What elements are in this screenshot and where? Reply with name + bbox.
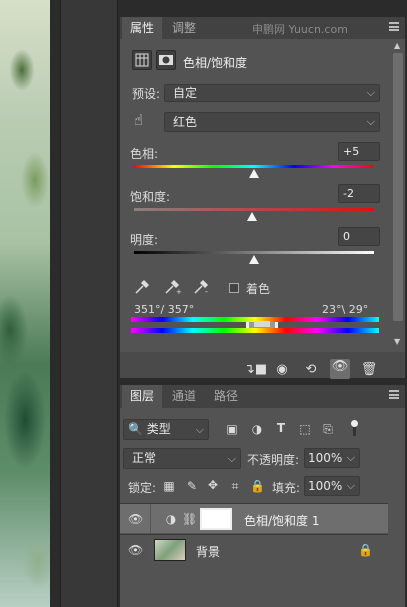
crop-icon[interactable]: ⌗ bbox=[228, 479, 242, 494]
saturation-slider-thumb[interactable] bbox=[246, 212, 257, 221]
chevron-down-icon: ⌵ bbox=[366, 115, 375, 128]
lightness-slider-thumb[interactable] bbox=[249, 255, 259, 264]
fill-label: 填充: bbox=[272, 481, 301, 495]
hue-input[interactable]: +5 bbox=[338, 142, 380, 161]
filter-select[interactable]: 🔍 类型 ⌵ bbox=[123, 419, 209, 440]
opacity-input[interactable]: 100% ⌵ bbox=[304, 448, 360, 468]
trash-icon[interactable]: 🗑 bbox=[360, 362, 378, 377]
opacity-value: 100% bbox=[308, 451, 343, 465]
transform-icon[interactable]: ⬚ bbox=[298, 422, 312, 436]
layer-thumbnail[interactable] bbox=[154, 539, 186, 561]
reset-icon[interactable]: ⟲ bbox=[302, 362, 320, 377]
fill-value: 100% bbox=[308, 479, 343, 493]
colorize-label: 着色 bbox=[246, 282, 271, 296]
lock-icon[interactable]: 🔒 bbox=[250, 479, 265, 493]
tab-layers[interactable]: 图层 bbox=[122, 385, 163, 408]
color-range-inner[interactable] bbox=[254, 321, 270, 327]
tab-paths[interactable]: 路径 bbox=[206, 385, 246, 407]
eye-icon[interactable]: 👁 bbox=[330, 359, 350, 379]
properties-panel: 属性 调整 申鹏网 Yuucn.com 色相/饱和度 预设: 自定 ⌵ ☝ 红色… bbox=[120, 17, 405, 379]
saturation-slider-track[interactable] bbox=[134, 208, 374, 211]
chevron-down-icon: ⌵ bbox=[366, 86, 375, 99]
scroll-up-icon[interactable]: ▲ bbox=[394, 42, 402, 50]
canvas-gap bbox=[50, 0, 60, 607]
blend-mode-value: 正常 bbox=[132, 451, 157, 465]
tab-properties[interactable]: 属性 bbox=[122, 17, 163, 39]
chevron-down-icon: ⌵ bbox=[227, 452, 236, 465]
text-icon[interactable]: T bbox=[274, 421, 288, 435]
saturation-label: 饱和度: bbox=[130, 190, 171, 204]
layer-row[interactable]: 👁 背景 🔒 bbox=[120, 534, 388, 565]
eye-icon[interactable]: 👁 bbox=[128, 512, 143, 526]
lightness-input[interactable]: 0 bbox=[338, 227, 380, 246]
channel-value: 红色 bbox=[173, 115, 198, 129]
properties-title: 色相/饱和度 bbox=[183, 56, 248, 70]
search-icon: 🔍 bbox=[128, 422, 143, 436]
hue-label: 色相: bbox=[130, 147, 159, 161]
svg-text:+: + bbox=[176, 288, 182, 295]
lock-icon: 🔒 bbox=[358, 543, 373, 557]
mask-icon[interactable] bbox=[156, 50, 176, 70]
fill-input[interactable]: 100% ⌵ bbox=[304, 476, 360, 496]
tab-adjustments[interactable]: 调整 bbox=[164, 17, 204, 39]
watermark: 申鹏网 Yuucn.com bbox=[252, 23, 348, 36]
layer-name[interactable]: 色相/饱和度 1 bbox=[244, 512, 320, 529]
panel-dock-column bbox=[60, 0, 118, 607]
preset-label: 预设: bbox=[132, 87, 161, 101]
range-left-readout: 351°/ 357° bbox=[134, 303, 195, 316]
filter-toggle[interactable] bbox=[350, 420, 358, 437]
eyedropper-minus-icon[interactable]: - bbox=[193, 279, 211, 298]
move-icon[interactable]: ✥ bbox=[206, 478, 220, 492]
clip-icon[interactable]: ↴■ bbox=[244, 362, 267, 377]
menu-icon[interactable] bbox=[389, 390, 399, 399]
scroll-down-icon[interactable]: ▼ bbox=[394, 338, 402, 346]
canvas-photo[interactable] bbox=[0, 0, 50, 607]
image-icon[interactable]: ▣ bbox=[225, 422, 239, 436]
layer-name[interactable]: 背景 bbox=[196, 543, 220, 560]
circle-half-icon[interactable]: ◑ bbox=[250, 422, 264, 436]
lightness-slider-track[interactable] bbox=[134, 251, 374, 254]
layers-panel: 图层 通道 路径 🔍 类型 ⌵ ▣ ◑ T ⬚ ⎘ 正常 ⌵ 不透明度: 100… bbox=[120, 385, 405, 607]
checker-icon[interactable]: ▦ bbox=[162, 479, 176, 493]
link-icon[interactable]: ⛓ bbox=[182, 512, 197, 526]
color-range-bar-bottom bbox=[131, 328, 379, 333]
eyedropper-icon[interactable] bbox=[134, 279, 150, 298]
lock-label: 锁定: bbox=[128, 481, 157, 495]
filter-value: 类型 bbox=[146, 422, 171, 436]
colorize-checkbox[interactable] bbox=[229, 283, 239, 293]
chevron-down-icon: ⌵ bbox=[346, 479, 355, 492]
range-right-readout: 23°\ 29° bbox=[322, 303, 369, 316]
properties-tabbar: 属性 调整 申鹏网 Yuucn.com bbox=[120, 17, 405, 39]
channel-select[interactable]: 红色 ⌵ bbox=[164, 112, 380, 132]
chevron-down-icon: ⌵ bbox=[346, 451, 355, 464]
blend-mode-select[interactable]: 正常 ⌵ bbox=[123, 448, 241, 469]
opacity-label: 不透明度: bbox=[247, 453, 300, 467]
preset-value: 自定 bbox=[173, 86, 198, 100]
grid-icon[interactable] bbox=[132, 50, 152, 70]
eyedropper-plus-icon[interactable]: + bbox=[164, 279, 182, 298]
smart-icon[interactable]: ⎘ bbox=[321, 422, 335, 437]
layer-row[interactable]: 👁 ◑ ⛓ 色相/饱和度 1 bbox=[120, 503, 388, 534]
saturation-input[interactable]: -2 bbox=[338, 184, 380, 203]
svg-text:-: - bbox=[205, 287, 208, 295]
circle-half-icon: ◑ bbox=[165, 512, 177, 526]
layer-mask-thumbnail[interactable] bbox=[200, 508, 232, 530]
eye-icon[interactable]: 👁 bbox=[128, 543, 143, 557]
hue-slider-track[interactable] bbox=[134, 165, 374, 168]
menu-icon[interactable] bbox=[389, 22, 399, 31]
preset-select[interactable]: 自定 ⌵ bbox=[164, 84, 380, 102]
brush-icon[interactable]: ✎ bbox=[185, 479, 199, 493]
lightness-label: 明度: bbox=[130, 233, 159, 247]
hue-slider-thumb[interactable] bbox=[249, 169, 259, 178]
properties-scrollbar[interactable] bbox=[393, 53, 403, 321]
chevron-down-icon: ⌵ bbox=[195, 423, 204, 436]
tab-channels[interactable]: 通道 bbox=[164, 385, 204, 407]
layers-tabbar: 图层 通道 路径 bbox=[120, 385, 405, 408]
visibility-icon[interactable]: ◉ bbox=[273, 362, 291, 377]
hand-icon[interactable]: ☝ bbox=[134, 111, 143, 129]
